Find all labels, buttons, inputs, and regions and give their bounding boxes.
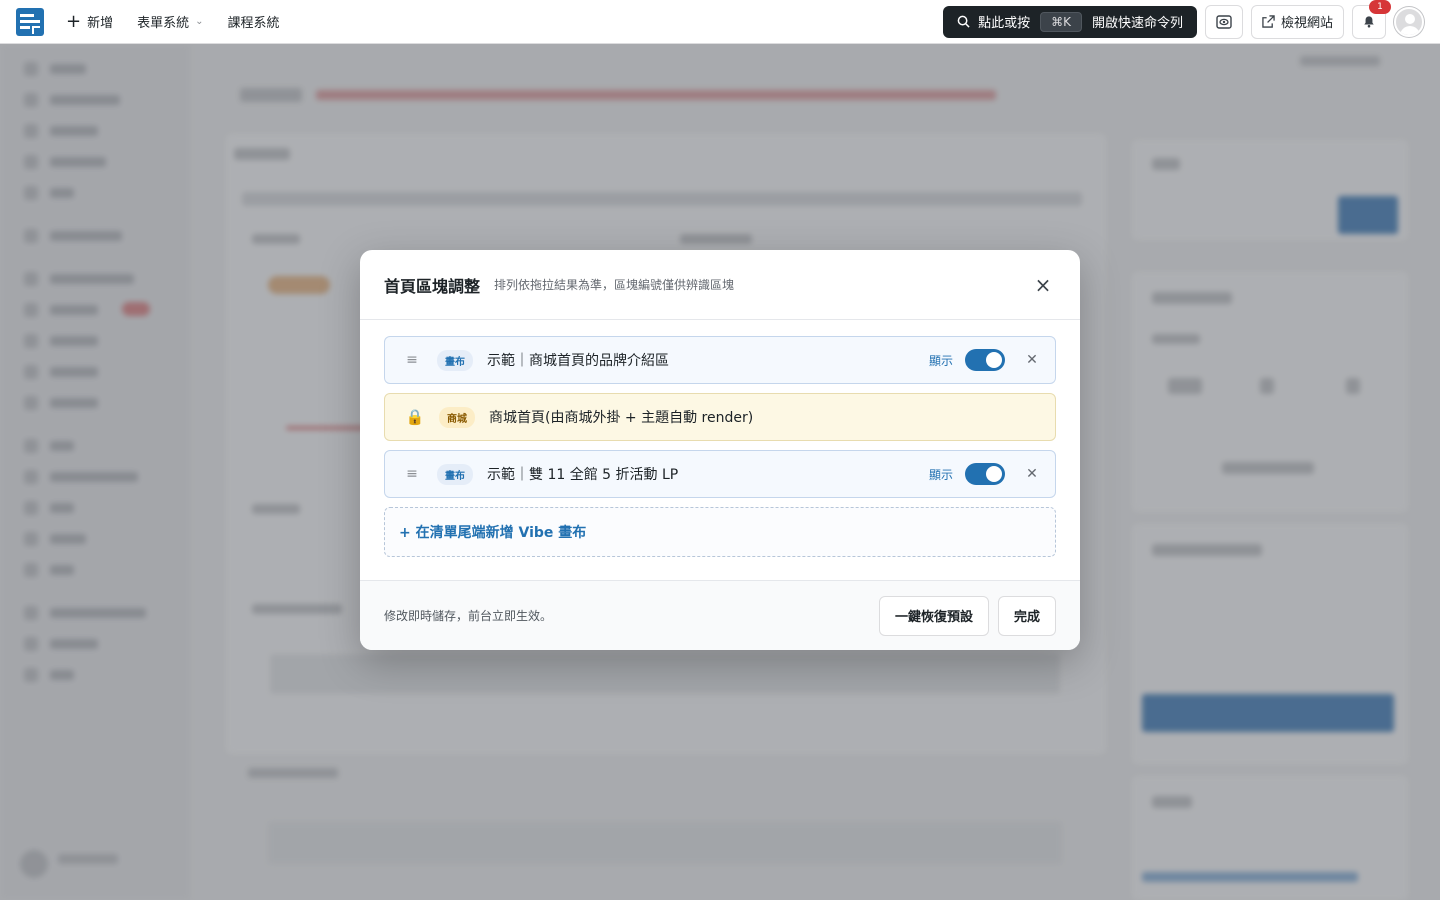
block-title: 示範｜商城首頁的品牌介紹區: [487, 353, 669, 369]
courses-menu-label: 課程系統: [227, 16, 280, 31]
block-list: ≡ 畫布 示範｜商城首頁的品牌介紹區 顯示 ✕ 🔒 商城 商城首頁(由商城外掛 …: [360, 320, 1080, 557]
bell-icon: [1364, 16, 1374, 28]
visibility-toggle[interactable]: [965, 349, 1005, 371]
close-icon[interactable]: ×: [1030, 272, 1056, 298]
block-row[interactable]: ≡ 畫布 示範｜雙 11 全館 5 折活動 LP 顯示 ✕: [384, 450, 1056, 498]
external-link-icon: [1262, 15, 1275, 28]
new-menu[interactable]: + 新增: [66, 12, 113, 31]
block-title: 示範｜雙 11 全館 5 折活動 LP: [487, 467, 679, 483]
search-icon: [957, 15, 970, 28]
visibility-toggle[interactable]: [965, 463, 1005, 485]
notification-badge: 1: [1369, 0, 1391, 14]
command-prefix: 點此或按: [978, 16, 1031, 31]
courses-menu[interactable]: 課程系統: [228, 12, 280, 31]
notifications-button[interactable]: 1: [1352, 0, 1391, 39]
command-palette-button[interactable]: 點此或按 ⌘K 開啟快速命令列: [943, 5, 1197, 38]
command-shortcut: ⌘K: [1040, 11, 1082, 32]
preview-button[interactable]: [1204, 4, 1243, 39]
reset-defaults-button[interactable]: 一鍵恢復預設: [878, 595, 989, 636]
site-logo-icon[interactable]: [16, 7, 44, 36]
footer-note: 修改即時儲存，前台立即生效。: [384, 609, 553, 623]
modal-subtitle: 排列依拖拉結果為準，區塊編號僅供辨識區塊: [494, 278, 735, 292]
modal-header: 首頁區塊調整 排列依拖拉結果為準，區塊編號僅供辨識區塊 ×: [360, 250, 1080, 320]
remove-block-icon[interactable]: ✕: [1025, 352, 1039, 368]
avatar[interactable]: [1394, 6, 1424, 37]
show-label: 顯示: [928, 353, 953, 368]
forms-menu-label: 表單系統: [137, 16, 190, 31]
show-label: 顯示: [928, 467, 953, 482]
block-title: 商城首頁(由商城外掛 + 主題自動 render): [489, 410, 754, 426]
view-site-label: 檢視網站: [1280, 16, 1333, 31]
modal-title: 首頁區塊調整: [384, 276, 481, 296]
done-button[interactable]: 完成: [997, 595, 1056, 636]
new-menu-label: 新增: [87, 16, 114, 31]
lock-icon: 🔒: [405, 408, 425, 426]
chevron-down-icon: ⌄: [195, 16, 204, 27]
view-site-button[interactable]: 檢視網站: [1250, 4, 1344, 39]
command-suffix: 開啟快速命令列: [1091, 16, 1183, 31]
block-row-locked: 🔒 商城 商城首頁(由商城外掛 + 主題自動 render): [384, 393, 1056, 441]
block-type-badge: 畫布: [437, 463, 473, 485]
block-row[interactable]: ≡ 畫布 示範｜商城首頁的品牌介紹區 顯示 ✕: [384, 336, 1056, 384]
drag-handle-icon[interactable]: ≡: [405, 466, 419, 482]
add-vibe-canvas-button[interactable]: + 在清單尾端新增 Vibe 畫布: [384, 507, 1056, 557]
block-type-badge: 畫布: [437, 349, 473, 371]
block-type-badge: 商城: [439, 406, 475, 428]
homepage-blocks-modal: 首頁區塊調整 排列依拖拉結果為準，區塊編號僅供辨識區塊 × ≡ 畫布 示範｜商城…: [360, 250, 1080, 650]
preview-eye-icon: [1216, 14, 1232, 29]
plus-icon: +: [66, 10, 82, 32]
drag-handle-icon[interactable]: ≡: [405, 352, 419, 368]
remove-block-icon[interactable]: ✕: [1025, 466, 1039, 482]
modal-footer: 修改即時儲存，前台立即生效。 一鍵恢復預設 完成: [360, 580, 1080, 650]
forms-menu[interactable]: 表單系統 ⌄: [137, 12, 203, 31]
admin-topbar: + 新增 表單系統 ⌄ 課程系統 點此或按 ⌘K 開啟快速命令列 檢視網站 1: [0, 0, 1440, 44]
